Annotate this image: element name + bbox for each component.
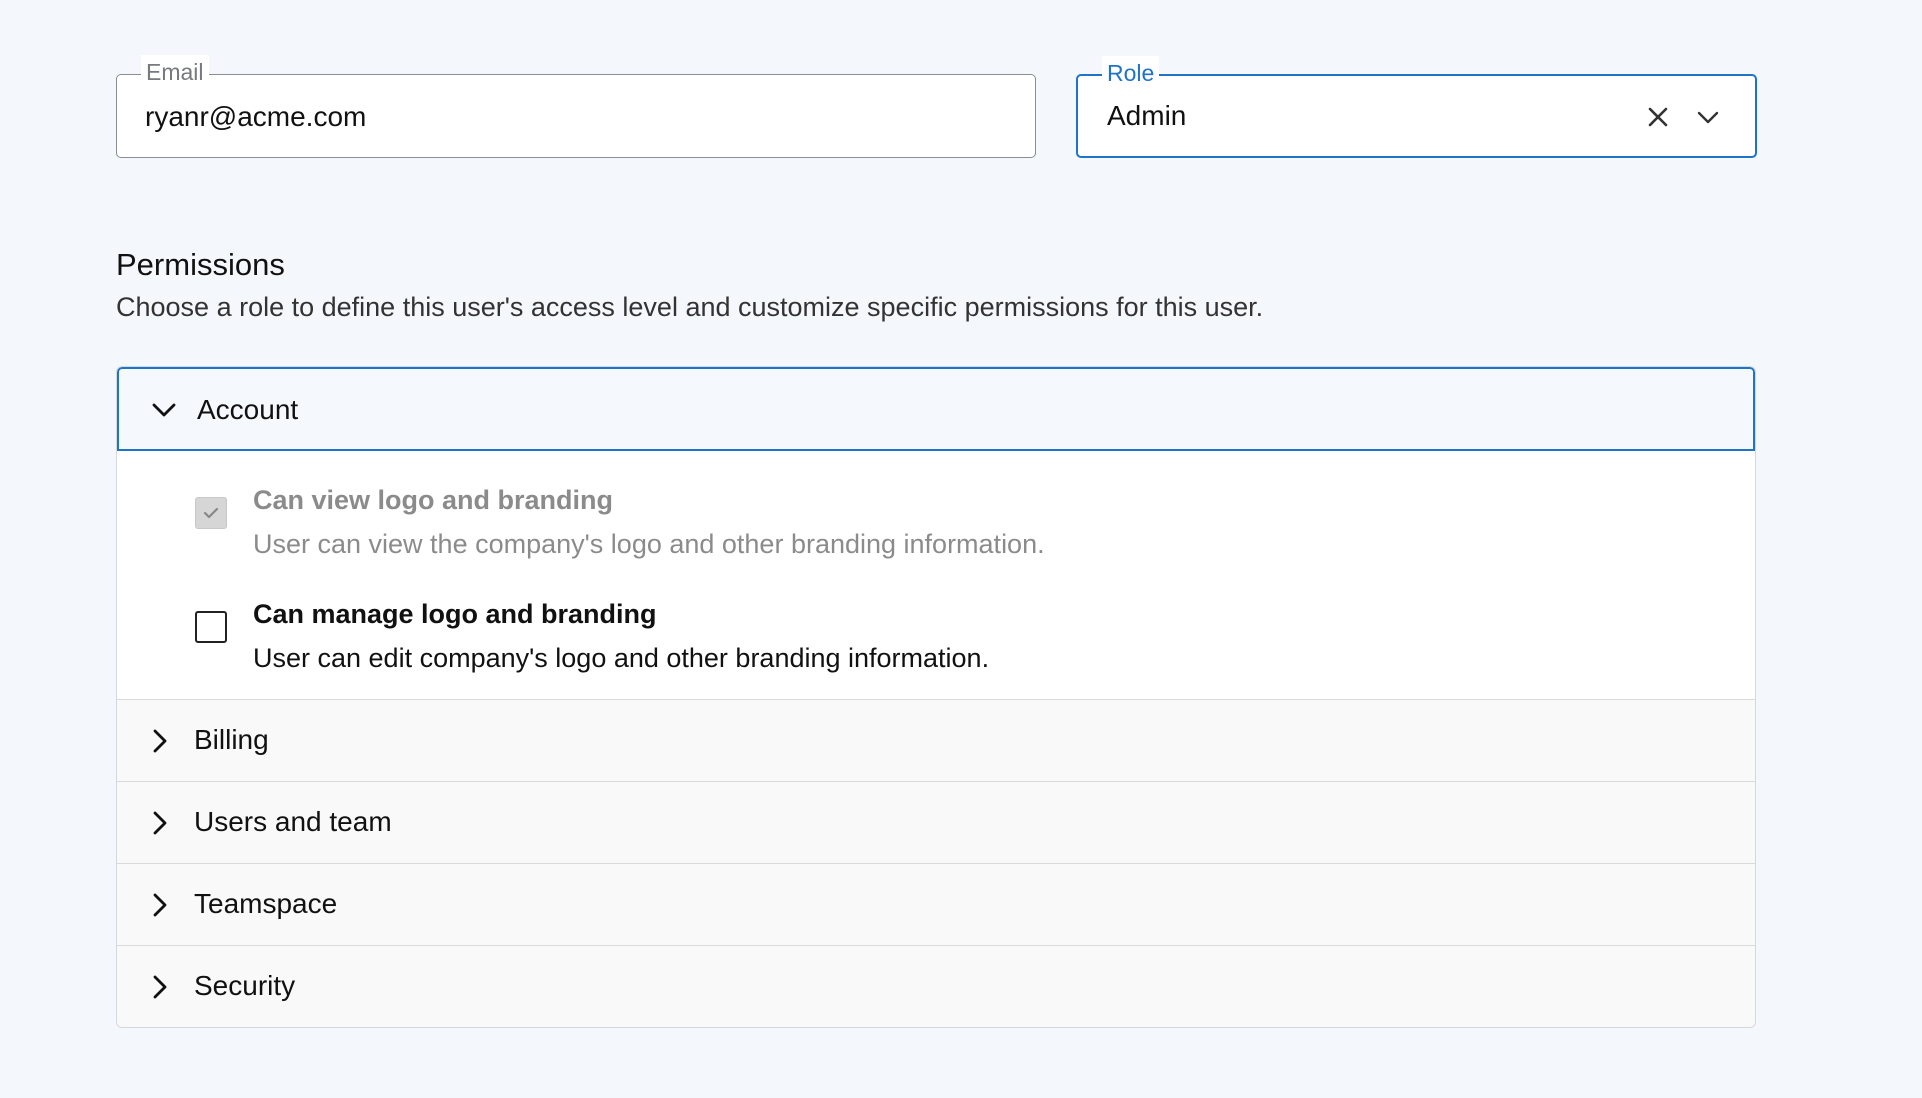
permission-description: User can edit company's logo and other b… <box>253 643 990 673</box>
role-select-label: Role <box>1102 56 1160 90</box>
clear-icon[interactable] <box>1641 100 1675 134</box>
permission-title: Can view logo and branding <box>253 485 614 515</box>
permissions-description: Choose a role to define this user's acce… <box>116 292 1264 322</box>
checkbox-checked-disabled <box>195 497 227 529</box>
accordion-header-billing[interactable]: Billing <box>117 699 1755 781</box>
accordion-header-label: Account <box>197 394 299 425</box>
accordion-header-account[interactable]: Account <box>117 367 1755 451</box>
email-field-label: Email <box>141 55 209 89</box>
accordion-header-label: Billing <box>194 724 269 755</box>
email-field[interactable]: Email ryanr@acme.com <box>116 55 1036 158</box>
permission-title: Can manage logo and branding <box>253 599 657 629</box>
accordion-header-security[interactable]: Security <box>117 945 1755 1027</box>
email-field-value[interactable]: ryanr@acme.com <box>145 97 366 137</box>
accordion-header-label: Security <box>194 970 296 1001</box>
role-select[interactable]: Role Admin <box>1076 56 1757 158</box>
chevron-right-icon <box>143 724 177 758</box>
accordion-header-label: Teamspace <box>194 888 338 919</box>
accordion-header-teamspace[interactable]: Teamspace <box>117 863 1755 945</box>
chevron-down-icon <box>147 393 181 427</box>
accordion-panel-account: Can view logo and branding User can view… <box>117 451 1755 699</box>
chevron-right-icon <box>143 888 177 922</box>
accordion-header-users-and-team[interactable]: Users and team <box>117 781 1755 863</box>
checkbox-unchecked[interactable] <box>195 611 227 643</box>
accordion-header-label: Users and team <box>194 806 392 837</box>
permissions-title: Permissions <box>116 247 285 282</box>
role-select-value: Admin <box>1107 100 1187 131</box>
chevron-right-icon <box>143 806 177 840</box>
permissions-accordion: Account Can view logo and branding User … <box>116 366 1756 1028</box>
permission-description: User can view the company's logo and oth… <box>253 529 1045 559</box>
chevron-right-icon <box>143 970 177 1004</box>
chevron-down-icon[interactable] <box>1691 100 1725 134</box>
